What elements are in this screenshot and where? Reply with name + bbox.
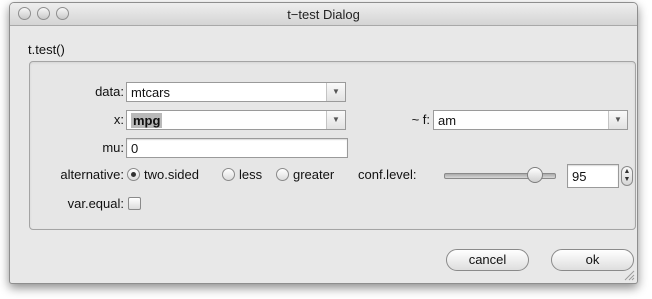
- chevron-down-icon[interactable]: ▼: [326, 111, 345, 129]
- t-test-dialog-window: t−test Dialog t.test() data: mtcars ▼ x:…: [9, 2, 638, 284]
- f-label: ~ f:: [411, 112, 430, 127]
- mu-label: mu:: [102, 140, 124, 155]
- var-equal-checkbox[interactable]: [128, 197, 141, 210]
- data-label: data:: [95, 84, 124, 99]
- radio-two-sided[interactable]: [127, 168, 140, 181]
- group-title: t.test(): [28, 42, 65, 57]
- ok-button[interactable]: ok: [551, 249, 634, 271]
- title-bar[interactable]: t−test Dialog: [10, 3, 637, 26]
- conf-level-slider-knob[interactable]: [527, 167, 544, 183]
- mu-input[interactable]: 0: [126, 138, 348, 158]
- conf-level-label: conf.level:: [358, 167, 417, 182]
- chevron-down-icon[interactable]: ▼: [326, 83, 345, 101]
- t-test-parameters-group: data: mtcars ▼ x: mpg ▼ ~ f: am ▼ mu: 0 …: [29, 61, 636, 230]
- f-combobox[interactable]: am ▼: [433, 110, 628, 130]
- data-combobox[interactable]: mtcars ▼: [126, 82, 346, 102]
- conf-level-input[interactable]: 95: [567, 164, 619, 188]
- radio-less-label[interactable]: less: [239, 167, 262, 182]
- window-title: t−test Dialog: [287, 7, 360, 22]
- x-combobox[interactable]: mpg ▼: [126, 110, 346, 130]
- radio-greater-label[interactable]: greater: [293, 167, 334, 182]
- f-value: am: [438, 113, 457, 128]
- up-down-arrows-icon[interactable]: ▲ ▼: [621, 166, 633, 186]
- alternative-label: alternative:: [60, 167, 124, 182]
- radio-two-sided-label[interactable]: two.sided: [144, 167, 199, 182]
- x-value: mpg: [131, 113, 163, 128]
- mu-value: 0: [131, 141, 139, 156]
- data-value: mtcars: [131, 85, 170, 100]
- var-equal-label: var.equal:: [67, 196, 124, 211]
- resize-grip-icon[interactable]: [623, 269, 635, 281]
- x-label: x:: [113, 112, 124, 127]
- conf-level-value: 95: [572, 169, 587, 184]
- chevron-down-icon[interactable]: ▼: [608, 111, 627, 129]
- cancel-button[interactable]: cancel: [446, 249, 529, 271]
- radio-less[interactable]: [222, 168, 235, 181]
- radio-greater[interactable]: [276, 168, 289, 181]
